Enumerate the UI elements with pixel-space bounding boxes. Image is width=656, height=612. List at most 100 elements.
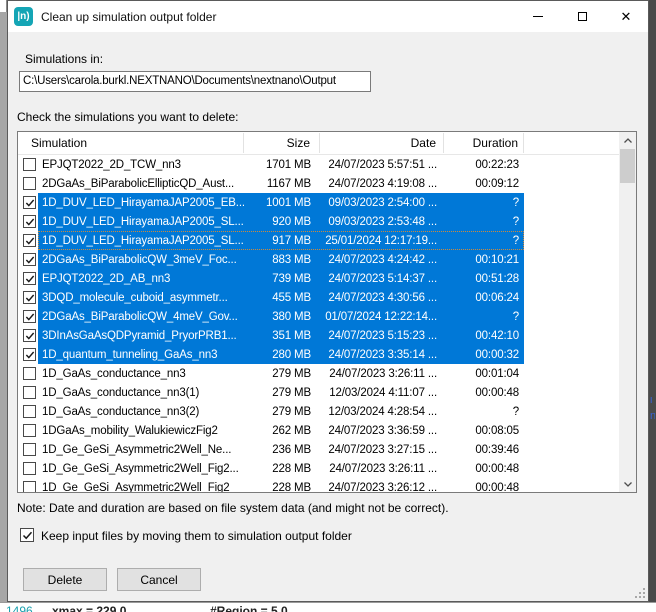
scroll-down-icon[interactable] [619,475,636,492]
column-header-simulation[interactable]: Simulation [18,133,244,153]
cell-name: 2DGaAs_BiParabolicQW_4meV_Gov... [38,311,244,323]
row-checkbox[interactable] [23,348,36,361]
cell-size: 280 MB [244,349,320,361]
table-row[interactable]: 1D_quantum_tunneling_GaAs_nn3280 MB24/07… [18,345,619,364]
vertical-scrollbar[interactable] [619,132,636,492]
cell-duration: 00:09:12 [444,178,524,190]
close-icon: ✕ [621,10,632,23]
cell-duration: 00:00:48 [444,387,524,399]
cell-duration: ? [444,406,524,418]
row-checkbox[interactable] [23,215,36,228]
row-checkbox[interactable] [23,272,36,285]
cell-name: 1D_GaAs_conductance_nn3(1) [38,387,244,399]
cell-date: 24/07/2023 3:26:11 ... [320,368,444,380]
cell-size: 920 MB [244,216,320,228]
table-row[interactable]: 1DGaAs_mobility_WalukiewiczFig2262 MB24/… [18,421,619,440]
cancel-button[interactable]: Cancel [117,568,201,591]
cell-name: 1D_DUV_LED_HirayamaJAP2005_EB... [38,197,244,209]
checkmark-icon [22,530,33,541]
column-header-filler [524,133,619,153]
row-checkbox[interactable] [23,329,36,342]
cell-size: 1001 MB [244,197,320,209]
cell-date: 09/03/2023 2:53:48 ... [320,216,444,228]
resize-grip[interactable] [635,588,645,598]
table-row[interactable]: 2DGaAs_BiParabolicEllipticQD_Aust...1167… [18,174,619,193]
minimize-button[interactable] [516,1,560,32]
table-row[interactable]: 1D_DUV_LED_HirayamaJAP2005_EB...1001 MB0… [18,193,619,212]
cell-duration: 00:51:28 [444,273,524,285]
code-fragment: xmax = 229.0 [52,604,126,612]
cell-size: 228 MB [244,463,320,475]
table-row[interactable]: EPJQT2022_2D_AB_nn3739 MB24/07/2023 5:14… [18,269,619,288]
background-window-left-edge [0,0,7,612]
cell-name: 3DQD_molecule_cuboid_asymmetr... [38,292,244,304]
cell-size: 917 MB [244,235,320,247]
row-checkbox[interactable] [23,367,36,380]
row-checkbox[interactable] [23,462,36,475]
cell-name: 1D_Ge_GeSi_Asymmetric2Well_Fig2 [38,482,244,493]
scroll-up-icon[interactable] [619,132,636,149]
row-checkbox[interactable] [23,310,36,323]
column-header-date[interactable]: Date [320,133,444,153]
table-row[interactable]: 1D_GaAs_conductance_nn3279 MB24/07/2023 … [18,364,619,383]
row-checkbox[interactable] [23,386,36,399]
window-title: Clean up simulation output folder [41,10,216,24]
table-row[interactable]: 1D_DUV_LED_HirayamaJAP2005_SL...917 MB25… [18,231,619,250]
cell-name: 1D_DUV_LED_HirayamaJAP2005_SL... [38,235,244,247]
cell-date: 24/07/2023 3:27:15 ... [320,444,444,456]
table-row[interactable]: EPJQT2022_2D_TCW_nn31701 MB24/07/2023 5:… [18,155,619,174]
cell-size: 279 MB [244,368,320,380]
table-row[interactable]: 1D_DUV_LED_HirayamaJAP2005_SL...920 MB09… [18,212,619,231]
row-checkbox[interactable] [23,443,36,456]
cell-duration: ? [444,216,524,228]
cell-date: 12/03/2024 4:11:07 ... [320,387,444,399]
row-checkbox[interactable] [23,481,36,492]
background-window-left-top [0,0,7,12]
row-checkbox[interactable] [23,291,36,304]
row-checkbox[interactable] [23,405,36,418]
row-checkbox[interactable] [23,234,36,247]
maximize-icon [578,12,587,21]
cell-size: 228 MB [244,482,320,493]
table-row[interactable]: 1D_Ge_GeSi_Asymmetric2Well_Ne...236 MB24… [18,440,619,459]
cell-size: 1701 MB [244,159,320,171]
row-checkbox[interactable] [23,424,36,437]
keep-input-files-checkbox[interactable] [20,528,34,542]
background-window-right-edge: i n [649,0,656,612]
maximize-button[interactable] [560,1,604,32]
cell-size: 279 MB [244,406,320,418]
table-row[interactable]: 1D_Ge_GeSi_Asymmetric2Well_Fig2228 MB24/… [18,478,619,492]
row-checkbox[interactable] [23,177,36,190]
table-row[interactable]: 1D_GaAs_conductance_nn3(2)279 MB12/03/20… [18,402,619,421]
cell-duration: 00:06:24 [444,292,524,304]
scrollbar-thumb[interactable] [620,149,635,183]
output-path-field[interactable]: C:\Users\carola.burkl.NEXTNANO\Documents… [19,71,371,92]
row-checkbox[interactable] [23,196,36,209]
title-bar[interactable]: |n) Clean up simulation output folder ✕ [8,1,648,32]
cell-size: 883 MB [244,254,320,266]
cell-size: 262 MB [244,425,320,437]
column-header-duration[interactable]: Duration [444,133,524,153]
close-button[interactable]: ✕ [604,1,648,32]
row-checkbox[interactable] [23,253,36,266]
column-header-size[interactable]: Size [244,133,320,153]
cell-duration: ? [444,311,524,323]
table-row[interactable]: 1D_Ge_GeSi_Asymmetric2Well_Fig2...228 MB… [18,459,619,478]
table-row[interactable]: 2DGaAs_BiParabolicQW_4meV_Gov...380 MB01… [18,307,619,326]
row-checkbox[interactable] [23,158,36,171]
table-row[interactable]: 1D_GaAs_conductance_nn3(1)279 MB12/03/20… [18,383,619,402]
table-row[interactable]: 3DInAsGaAsQDPyramid_PryorPRB1...351 MB24… [18,326,619,345]
cell-duration: 00:00:32 [444,349,524,361]
cell-date: 09/03/2023 2:54:00 ... [320,197,444,209]
cell-name: EPJQT2022_2D_TCW_nn3 [38,159,244,171]
table-row[interactable]: 3DQD_molecule_cuboid_asymmetr...455 MB24… [18,288,619,307]
delete-button[interactable]: Delete [23,568,107,591]
table-row[interactable]: 2DGaAs_BiParabolicQW_3meV_Foc...883 MB24… [18,250,619,269]
cell-duration: 00:22:23 [444,159,524,171]
cell-name: 2DGaAs_BiParabolicEllipticQD_Aust... [38,178,244,190]
cell-size: 739 MB [244,273,320,285]
cell-duration: ? [444,197,524,209]
cell-date: 24/07/2023 5:15:23 ... [320,330,444,342]
cell-duration: 00:01:04 [444,368,524,380]
cell-date: 24/07/2023 5:14:37 ... [320,273,444,285]
